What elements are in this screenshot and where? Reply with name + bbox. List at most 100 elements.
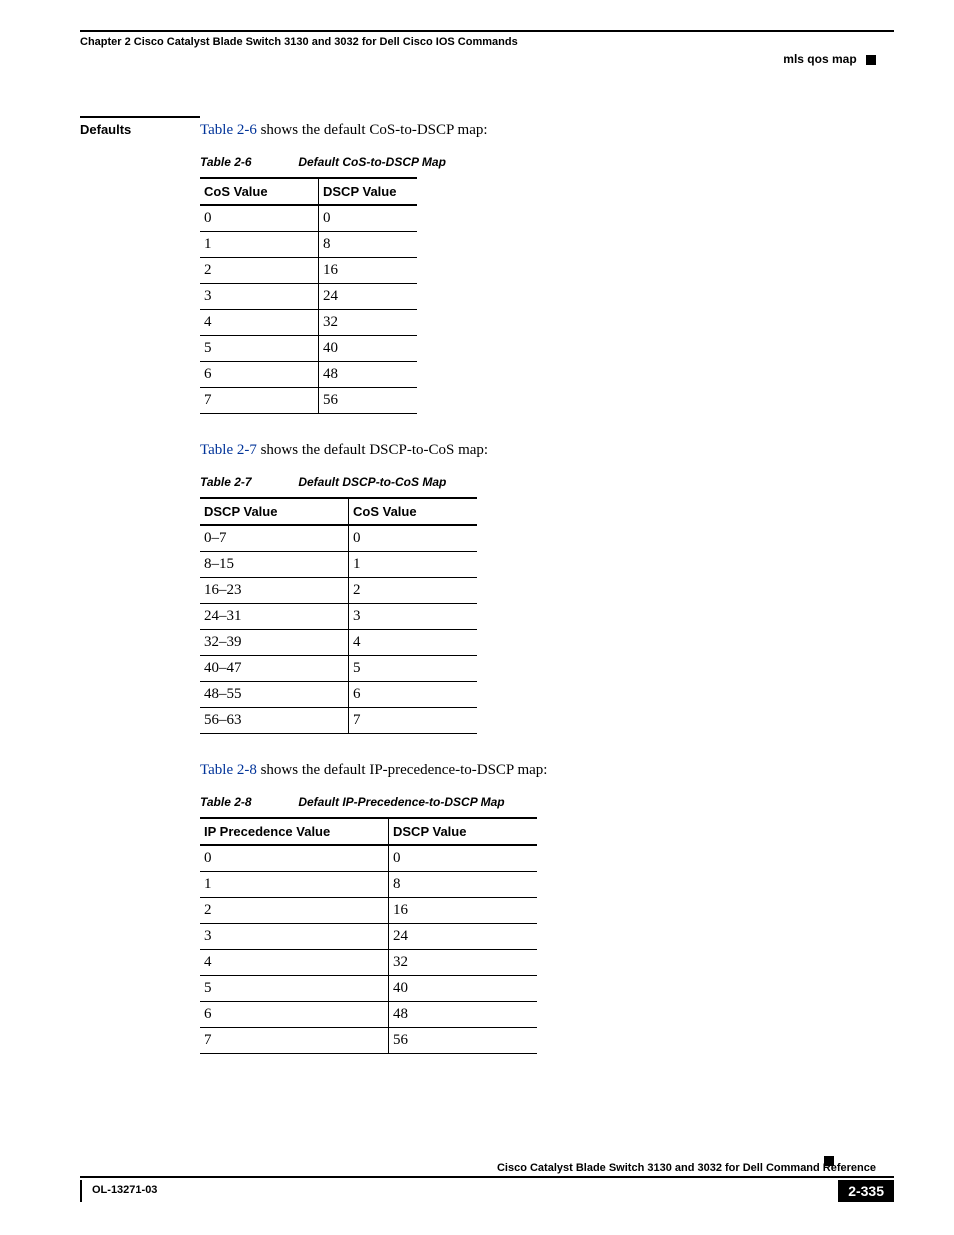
table-cell: 1 — [200, 232, 319, 258]
topic-header: mls qos map — [783, 52, 856, 66]
table-row: 56–637 — [200, 708, 477, 734]
table-row: 756 — [200, 1028, 537, 1054]
caption-title: Default CoS-to-DSCP Map — [298, 155, 446, 169]
intro-text-3: Table 2-8 shows the default IP-precedenc… — [200, 762, 894, 779]
table-cell: 16 — [319, 258, 418, 284]
table-cell: 16 — [389, 898, 538, 924]
table-caption-3: Table 2-8 Default IP-Precedence-to-DSCP … — [200, 795, 894, 809]
table-ref-link[interactable]: Table 2-8 — [200, 762, 257, 778]
caption-number: Table 2-6 — [200, 155, 295, 169]
table-cell: 7 — [200, 388, 319, 414]
table-cell: 6 — [349, 682, 478, 708]
col-header: CoS Value — [200, 178, 319, 205]
page-footer: Cisco Catalyst Blade Switch 3130 and 303… — [80, 1162, 894, 1202]
table-cell: 8 — [389, 872, 538, 898]
table-cell: 3 — [349, 604, 478, 630]
table-row: 00 — [200, 845, 537, 872]
table-cell: 40 — [319, 336, 418, 362]
table-row: 432 — [200, 310, 417, 336]
col-header: DSCP Value — [200, 498, 349, 525]
intro-rest: shows the default IP-precedence-to-DSCP … — [257, 762, 548, 778]
table-cell: 48 — [389, 1002, 538, 1028]
table-cell: 1 — [200, 872, 389, 898]
table-cell: 24–31 — [200, 604, 349, 630]
table-cell: 5 — [349, 656, 478, 682]
col-header: DSCP Value — [319, 178, 418, 205]
table-row: 48–556 — [200, 682, 477, 708]
table-row: 32–394 — [200, 630, 477, 656]
table-cell: 3 — [200, 924, 389, 950]
table-cell: 2 — [200, 258, 319, 284]
table-row: 648 — [200, 362, 417, 388]
table-cell: 56–63 — [200, 708, 349, 734]
table-row: 16–232 — [200, 578, 477, 604]
ip-precedence-to-dscp-table: IP Precedence Value DSCP Value 001821632… — [200, 817, 537, 1054]
table-cell: 16–23 — [200, 578, 349, 604]
table-cell: 40–47 — [200, 656, 349, 682]
intro-text-1: Table 2-6 shows the default CoS-to-DSCP … — [200, 122, 894, 139]
dscp-to-cos-table: DSCP Value CoS Value 0–708–15116–23224–3… — [200, 497, 477, 734]
table-cell: 0 — [349, 525, 478, 552]
table-cell: 6 — [200, 1002, 389, 1028]
table-cell: 32–39 — [200, 630, 349, 656]
table-row: 324 — [200, 284, 417, 310]
table-row: 540 — [200, 336, 417, 362]
decorative-square-icon — [824, 1156, 834, 1166]
table-cell: 32 — [319, 310, 418, 336]
table-cell: 48–55 — [200, 682, 349, 708]
table-cell: 7 — [200, 1028, 389, 1054]
table-row: 216 — [200, 258, 417, 284]
table-cell: 24 — [389, 924, 538, 950]
table-row: 40–475 — [200, 656, 477, 682]
table-cell: 56 — [319, 388, 418, 414]
table-cell: 0 — [319, 205, 418, 232]
intro-rest: shows the default CoS-to-DSCP map: — [257, 122, 488, 138]
table-row: 216 — [200, 898, 537, 924]
table-cell: 0 — [389, 845, 538, 872]
cos-to-dscp-table: CoS Value DSCP Value 0018216324432540648… — [200, 177, 417, 414]
col-header: CoS Value — [349, 498, 478, 525]
table-caption-1: Table 2-6 Default CoS-to-DSCP Map — [200, 155, 894, 169]
table-cell: 4 — [349, 630, 478, 656]
section-label-defaults: Defaults — [80, 116, 200, 137]
intro-rest: shows the default DSCP-to-CoS map: — [257, 442, 488, 458]
table-cell: 48 — [319, 362, 418, 388]
table-row: 18 — [200, 232, 417, 258]
caption-number: Table 2-7 — [200, 475, 295, 489]
footer-doc-title: Cisco Catalyst Blade Switch 3130 and 303… — [80, 1162, 894, 1178]
table-cell: 0 — [200, 205, 319, 232]
table-cell: 7 — [349, 708, 478, 734]
table-cell: 32 — [389, 950, 538, 976]
footer-page-number: 2-335 — [838, 1180, 894, 1202]
table-cell: 5 — [200, 976, 389, 1002]
intro-text-2: Table 2-7 shows the default DSCP-to-CoS … — [200, 442, 894, 459]
table-row: 00 — [200, 205, 417, 232]
table-row: 24–313 — [200, 604, 477, 630]
table-cell: 4 — [200, 950, 389, 976]
table-row: 648 — [200, 1002, 537, 1028]
table-cell: 2 — [349, 578, 478, 604]
table-row: 540 — [200, 976, 537, 1002]
table-cell: 6 — [200, 362, 319, 388]
table-cell: 1 — [349, 552, 478, 578]
table-cell: 0 — [200, 845, 389, 872]
table-cell: 3 — [200, 284, 319, 310]
table-row: 8–151 — [200, 552, 477, 578]
table-ref-link[interactable]: Table 2-6 — [200, 122, 257, 138]
table-row: 0–70 — [200, 525, 477, 552]
table-row: 756 — [200, 388, 417, 414]
table-cell: 2 — [200, 898, 389, 924]
caption-title: Default DSCP-to-CoS Map — [298, 475, 446, 489]
table-ref-link[interactable]: Table 2-7 — [200, 442, 257, 458]
table-cell: 56 — [389, 1028, 538, 1054]
table-cell: 40 — [389, 976, 538, 1002]
col-header: IP Precedence Value — [200, 818, 389, 845]
table-cell: 8 — [319, 232, 418, 258]
table-cell: 5 — [200, 336, 319, 362]
caption-number: Table 2-8 — [200, 795, 295, 809]
caption-title: Default IP-Precedence-to-DSCP Map — [298, 795, 504, 809]
table-cell: 24 — [319, 284, 418, 310]
chapter-header: Chapter 2 Cisco Catalyst Blade Switch 31… — [80, 30, 894, 48]
table-row: 432 — [200, 950, 537, 976]
table-cell: 8–15 — [200, 552, 349, 578]
